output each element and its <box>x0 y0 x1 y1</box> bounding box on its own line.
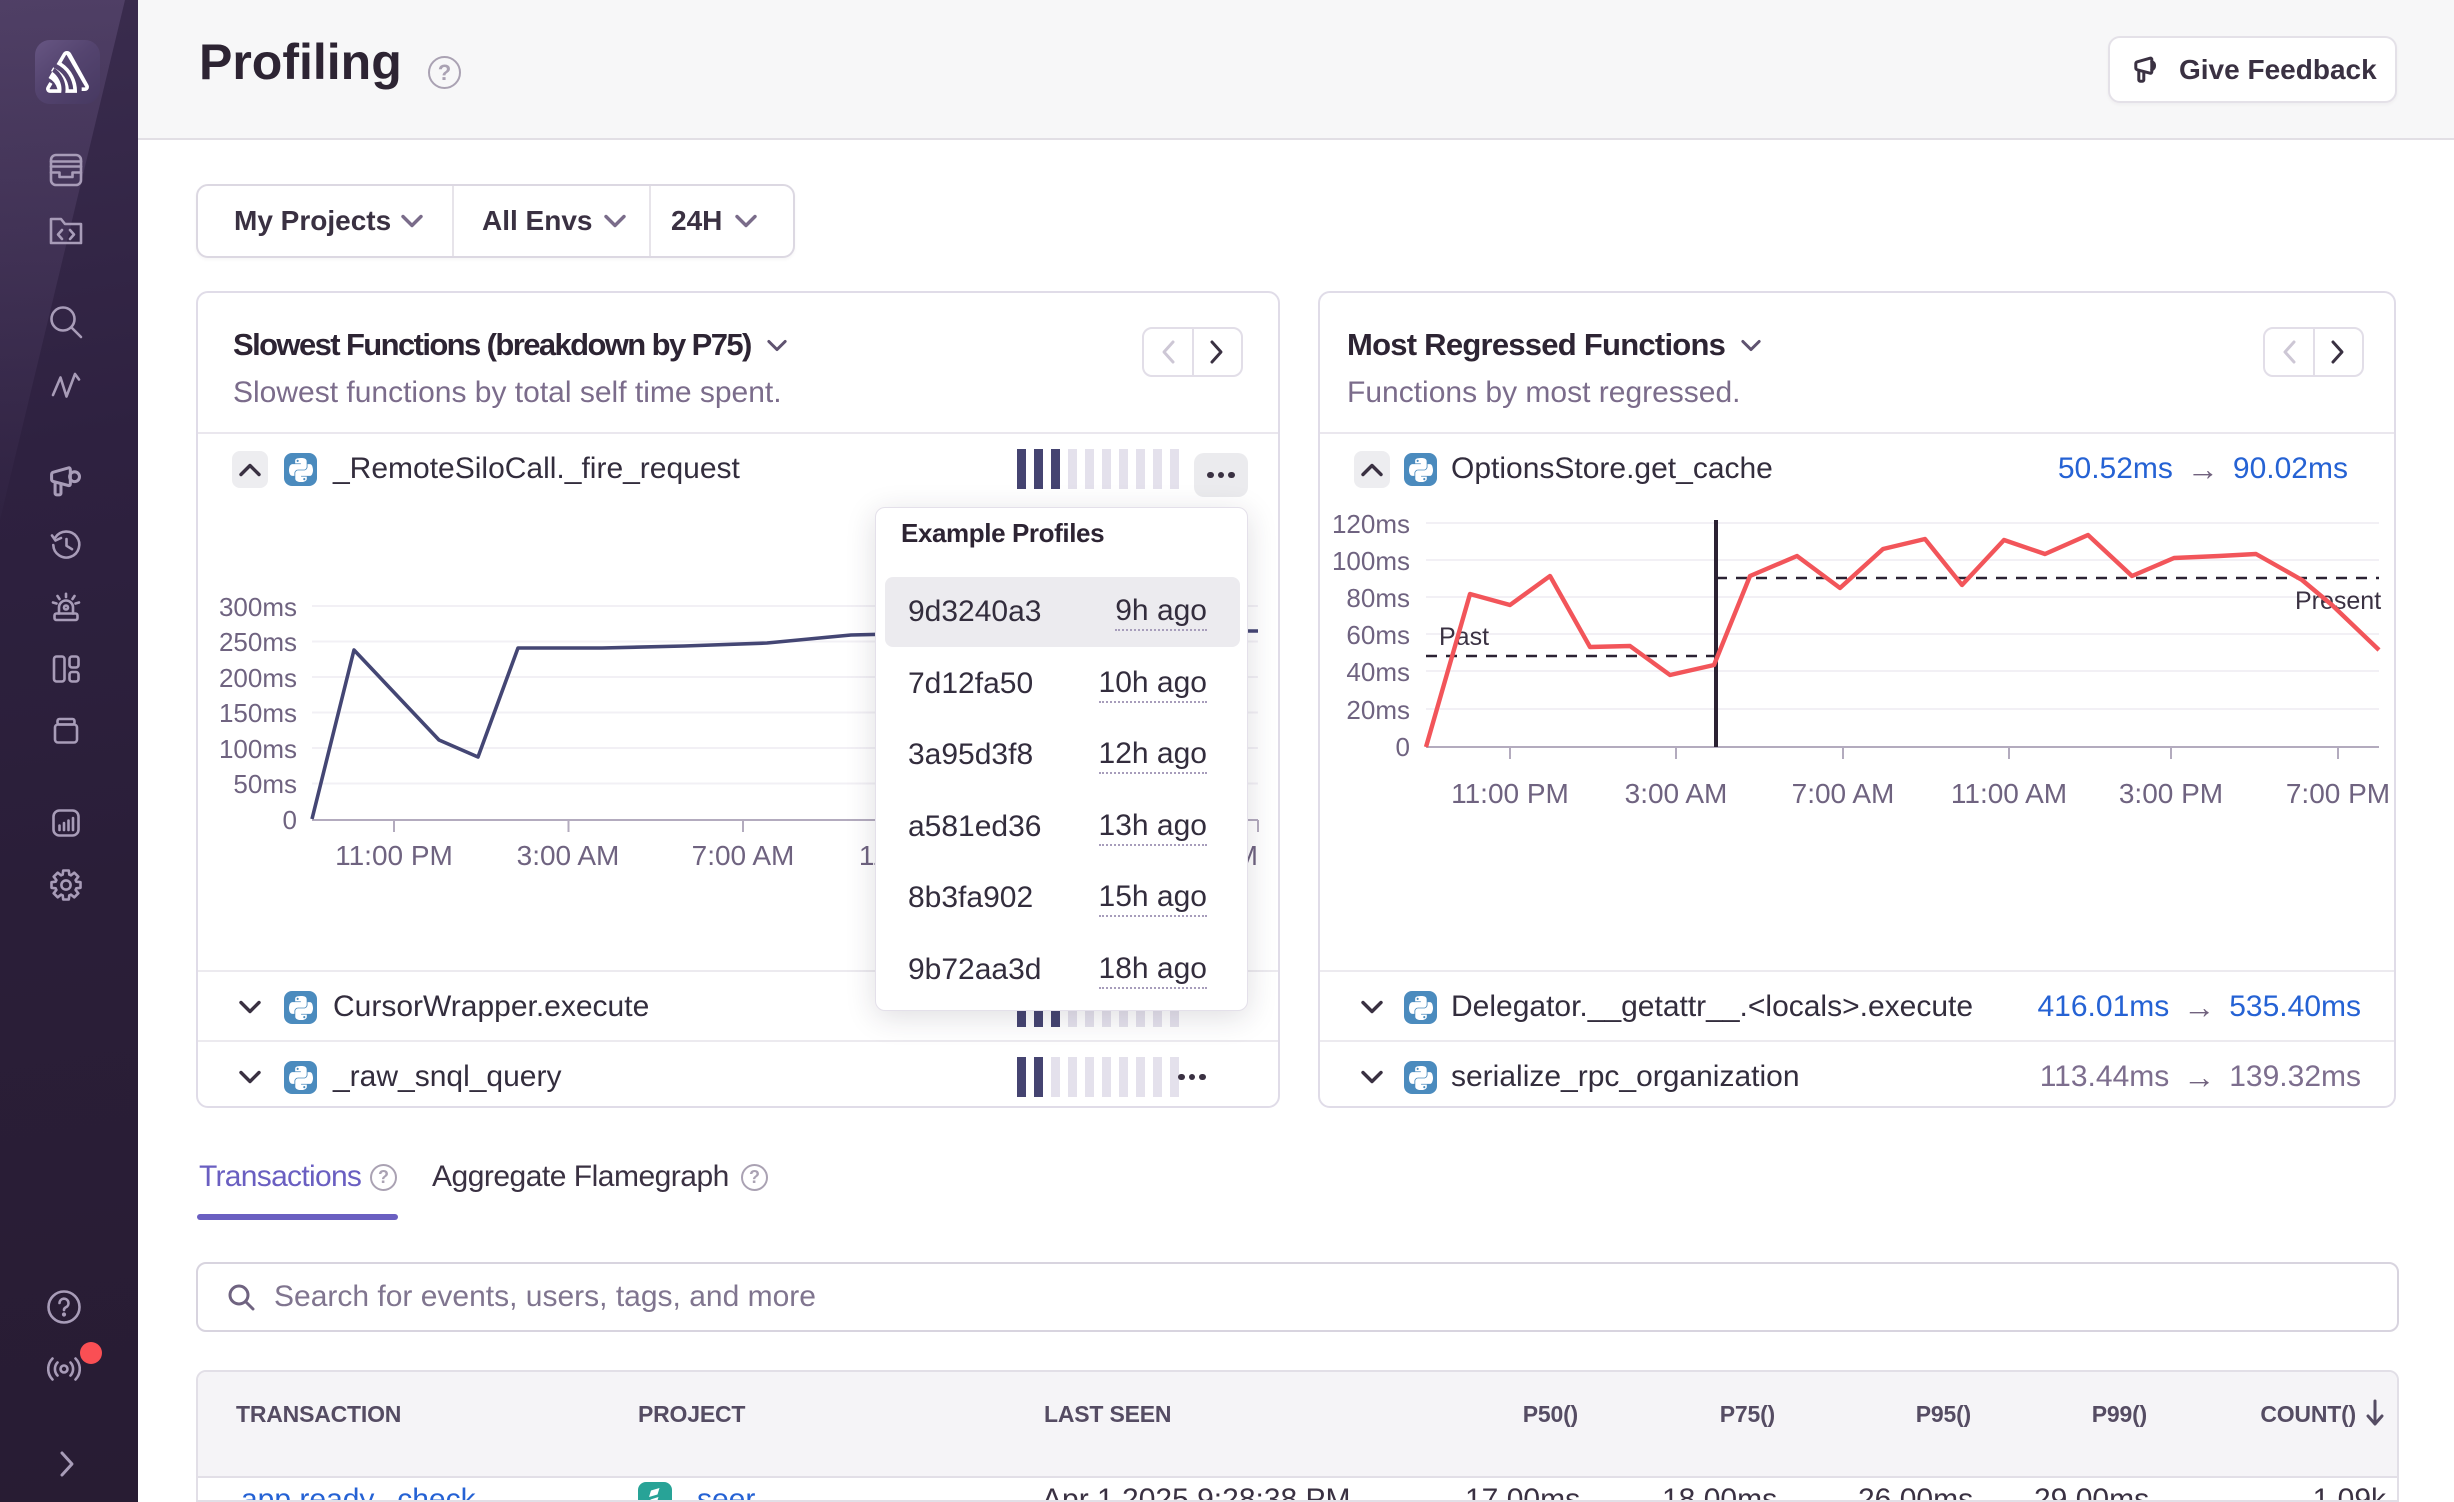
svg-text:120ms: 120ms <box>1332 509 1410 539</box>
svg-text:0: 0 <box>1396 732 1410 762</box>
svg-text:60ms: 60ms <box>1346 620 1410 650</box>
svg-text:200ms: 200ms <box>219 663 297 693</box>
svg-text:11:00 PM: 11:00 PM <box>1451 778 1569 809</box>
svg-text:100ms: 100ms <box>219 734 297 764</box>
svg-text:3:00 AM: 3:00 AM <box>517 840 620 871</box>
svg-text:3:00 PM: 3:00 PM <box>2119 778 2223 809</box>
svg-text:250ms: 250ms <box>219 627 297 657</box>
svg-text:150ms: 150ms <box>219 698 297 728</box>
svg-text:7:00 AM: 7:00 AM <box>1792 778 1895 809</box>
svg-text:Past: Past <box>1439 623 1489 651</box>
svg-text:3:00 AM: 3:00 AM <box>1625 778 1728 809</box>
svg-text:7:00 AM: 7:00 AM <box>692 840 795 871</box>
svg-text:11:00 PM: 11:00 PM <box>335 840 453 871</box>
svg-text:20ms: 20ms <box>1346 695 1410 725</box>
svg-text:50ms: 50ms <box>233 769 297 799</box>
svg-text:11:00 AM: 11:00 AM <box>1951 778 2067 809</box>
svg-text:0: 0 <box>283 805 297 835</box>
svg-text:7:00 PM: 7:00 PM <box>2286 778 2390 809</box>
svg-text:100ms: 100ms <box>1332 546 1410 576</box>
svg-text:300ms: 300ms <box>219 592 297 622</box>
svg-text:40ms: 40ms <box>1346 657 1410 687</box>
svg-text:80ms: 80ms <box>1346 583 1410 613</box>
